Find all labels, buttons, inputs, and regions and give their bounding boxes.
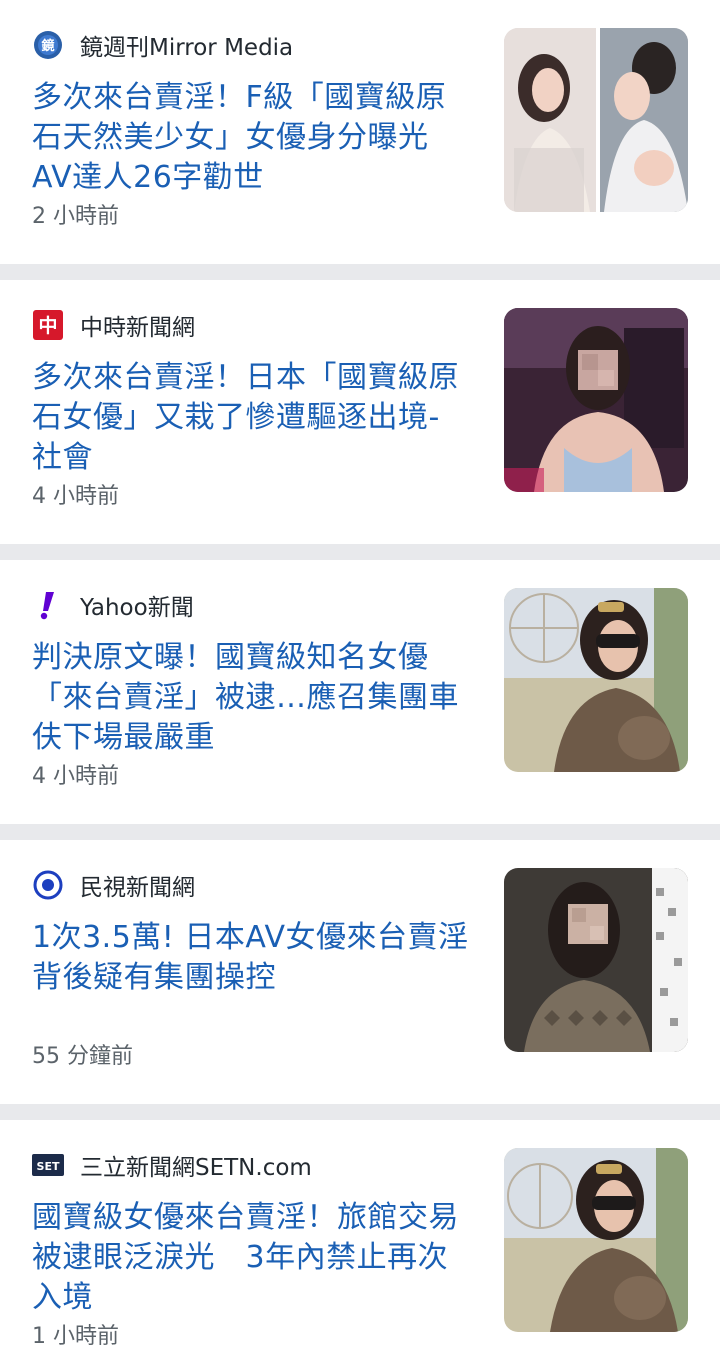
source-name: 三立新聞網SETN.com [80, 1155, 312, 1181]
article-headline[interactable]: 多次來台賣淫！F級「國寶級原石天然美少女」女優身分曝光 AV達人26字勸世 [32, 78, 472, 198]
article-card[interactable]: 鏡 鏡週刊Mirror Media 多次來台賣淫！F級「國寶級原石天然美少女」女… [0, 0, 720, 264]
article-time: 2 小時前 [32, 204, 119, 229]
svg-text:鏡: 鏡 [41, 38, 54, 54]
article-time: 1 小時前 [32, 1324, 119, 1349]
svg-text:SET: SET [37, 1160, 60, 1173]
source-name: Yahoo新聞 [80, 595, 194, 621]
article-headline[interactable]: 國寶級女優來台賣淫！旅館交易被逮眼泛淚光 3年內禁止再次入境 [32, 1198, 472, 1318]
article-thumbnail[interactable] [504, 868, 688, 1052]
source-row: 鏡 鏡週刊Mirror Media [32, 28, 293, 62]
article-thumbnail[interactable] [504, 1148, 688, 1332]
article-headline[interactable]: 多次來台賣淫！日本「國寶級原石女優」又栽了慘遭驅逐出境- 社會 [32, 358, 472, 478]
article-time: 4 小時前 [32, 764, 119, 789]
article-time: 4 小時前 [32, 484, 119, 509]
article-card[interactable]: 中 中時新聞網 多次來台賣淫！日本「國寶級原石女優」又栽了慘遭驅逐出境- 社會 … [0, 280, 720, 544]
article-headline[interactable]: 判決原文曝！國寶級知名女優「來台賣淫」被逮…應召集團車伕下場最嚴重 [32, 638, 472, 758]
source-row: SET 三立新聞網SETN.com [32, 1148, 312, 1182]
yahoo-exclamation-logo-icon [32, 589, 64, 621]
svg-text:中: 中 [38, 314, 57, 337]
article-card[interactable]: SET 三立新聞網SETN.com 國寶級女優來台賣淫！旅館交易被逮眼泛淚光 3… [0, 1120, 720, 1372]
article-thumbnail[interactable] [504, 588, 688, 772]
mirror-media-logo-icon: 鏡 [32, 29, 64, 61]
article-thumbnail[interactable] [504, 28, 688, 212]
source-name: 鏡週刊Mirror Media [80, 35, 294, 61]
source-name: 中時新聞網 [80, 315, 195, 341]
source-row: 中 中時新聞網 [32, 308, 195, 342]
source-row: Yahoo新聞 [32, 588, 194, 622]
chinatimes-logo-icon: 中 [32, 309, 64, 341]
source-name: 民視新聞網 [80, 875, 195, 901]
setn-logo-icon: SET [32, 1149, 64, 1181]
article-time: 55 分鐘前 [32, 1044, 133, 1069]
article-thumbnail[interactable] [504, 308, 688, 492]
source-row: 民視新聞網 [32, 868, 195, 902]
article-headline[interactable]: 1次3.5萬! 日本AV女優來台賣淫背後疑有集團操控 [32, 918, 472, 998]
article-card[interactable]: 民視新聞網 1次3.5萬! 日本AV女優來台賣淫背後疑有集團操控 55 分鐘前 [0, 840, 720, 1104]
news-feed: 鏡 鏡週刊Mirror Media 多次來台賣淫！F級「國寶級原石天然美少女」女… [0, 0, 720, 1372]
ftv-eye-logo-icon [32, 869, 64, 901]
article-card[interactable]: Yahoo新聞 判決原文曝！國寶級知名女優「來台賣淫」被逮…應召集團車伕下場最嚴… [0, 560, 720, 824]
